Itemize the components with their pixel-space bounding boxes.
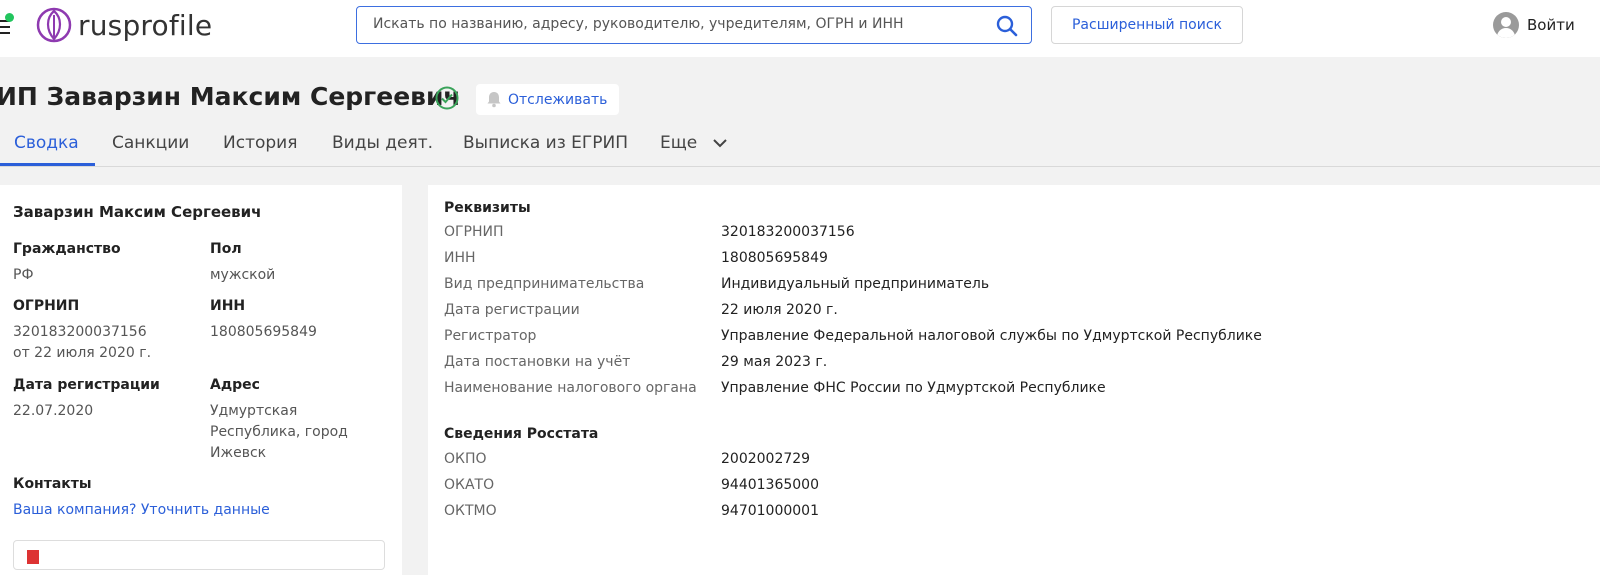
page-title: ИП Заварзин Максим Сергеевич	[0, 82, 461, 111]
rosstat-label: ОКПО	[444, 451, 487, 467]
rosstat-label: ОКТМО	[444, 503, 497, 519]
requisite-label: ИНН	[444, 250, 476, 266]
contacts-label: Контакты	[13, 476, 92, 492]
requisite-value: 29 мая 2023 г.	[721, 354, 828, 370]
citizenship-label: Гражданство	[13, 241, 121, 257]
address-line: Ижевск	[210, 445, 267, 461]
top-header: rusprofile Расширенный поиск Войти	[0, 0, 1600, 57]
pdf-icon	[27, 550, 39, 564]
requisite-value: 180805695849	[721, 250, 828, 266]
requisite-value: 22 июля 2020 г.	[721, 302, 838, 318]
rosstat-title: Сведения Росстата	[444, 426, 599, 442]
requisite-label: ОГРНИП	[444, 224, 504, 240]
requisite-label: Наименование налогового органа	[444, 380, 697, 396]
ogrnip-value: 320183200037156	[13, 324, 147, 340]
rosstat-value: 94701000001	[721, 503, 819, 519]
requisite-label: Дата регистрации	[444, 302, 580, 318]
notification-dot	[5, 13, 14, 22]
advanced-search-button[interactable]: Расширенный поиск	[1051, 6, 1243, 44]
gender-label: Пол	[210, 241, 242, 257]
tab-activities[interactable]: Виды деят.	[332, 133, 433, 153]
tab-more[interactable]: Еще	[660, 133, 727, 153]
address-line: Республика, город	[210, 424, 348, 440]
search-box	[356, 6, 1032, 44]
address-line: Удмуртская	[210, 403, 298, 419]
requisites-title: Реквизиты	[444, 200, 531, 216]
rosstat-label: ОКАТО	[444, 477, 495, 493]
search-input[interactable]	[357, 7, 989, 41]
search-icon[interactable]	[995, 14, 1019, 38]
chevron-down-icon	[712, 139, 727, 148]
gender-value: мужской	[210, 267, 276, 283]
update-data-link[interactable]: Ваша компания? Уточнить данные	[13, 502, 270, 518]
info-box	[13, 540, 385, 570]
bell-icon	[487, 92, 501, 108]
reg-date-label: Дата регистрации	[13, 377, 160, 393]
tab-bar: Сводка Санкции История Виды деят. Выписк…	[0, 122, 1600, 167]
menu-icon[interactable]	[0, 13, 14, 36]
requisite-value: Индивидуальный предприниматель	[721, 276, 990, 292]
requisite-label: Дата постановки на учёт	[444, 354, 631, 370]
inn-label: ИНН	[210, 298, 246, 314]
tab-more-label: Еще	[660, 133, 698, 153]
address-label: Адрес	[210, 377, 260, 393]
logo[interactable]: rusprofile	[36, 6, 212, 44]
track-label: Отслеживать	[508, 91, 608, 108]
user-icon	[1493, 12, 1519, 38]
reg-date-value: 22.07.2020	[13, 403, 94, 419]
tab-history[interactable]: История	[223, 133, 297, 153]
track-button[interactable]: Отслеживать	[476, 84, 619, 115]
requisite-value: 320183200037156	[721, 224, 855, 240]
logo-icon	[36, 7, 72, 43]
ogrnip-date: от 22 июля 2020 г.	[13, 345, 152, 361]
login-button[interactable]: Войти	[1493, 12, 1575, 38]
login-label: Войти	[1527, 16, 1575, 34]
inn-value: 180805695849	[210, 324, 317, 340]
ogrnip-label: ОГРНИП	[13, 298, 80, 314]
requisite-label: Регистратор	[444, 328, 537, 344]
active-tab-indicator	[0, 163, 95, 166]
requisite-value: Управление Федеральной налоговой службы …	[721, 328, 1262, 344]
requisite-label: Вид предпринимательства	[444, 276, 645, 292]
person-name: Заварзин Максим Сергеевич	[13, 203, 262, 221]
verified-icon	[435, 86, 459, 110]
tab-sanctions[interactable]: Санкции	[112, 133, 189, 153]
logo-text: rusprofile	[78, 8, 213, 42]
tab-egrip-extract[interactable]: Выписка из ЕГРИП	[463, 133, 628, 153]
citizenship-value: РФ	[13, 267, 34, 283]
requisite-value: Управление ФНС России по Удмуртской Респ…	[721, 380, 1106, 396]
rosstat-value: 94401365000	[721, 477, 819, 493]
rosstat-value: 2002002729	[721, 451, 811, 467]
tab-summary[interactable]: Сводка	[14, 133, 79, 153]
